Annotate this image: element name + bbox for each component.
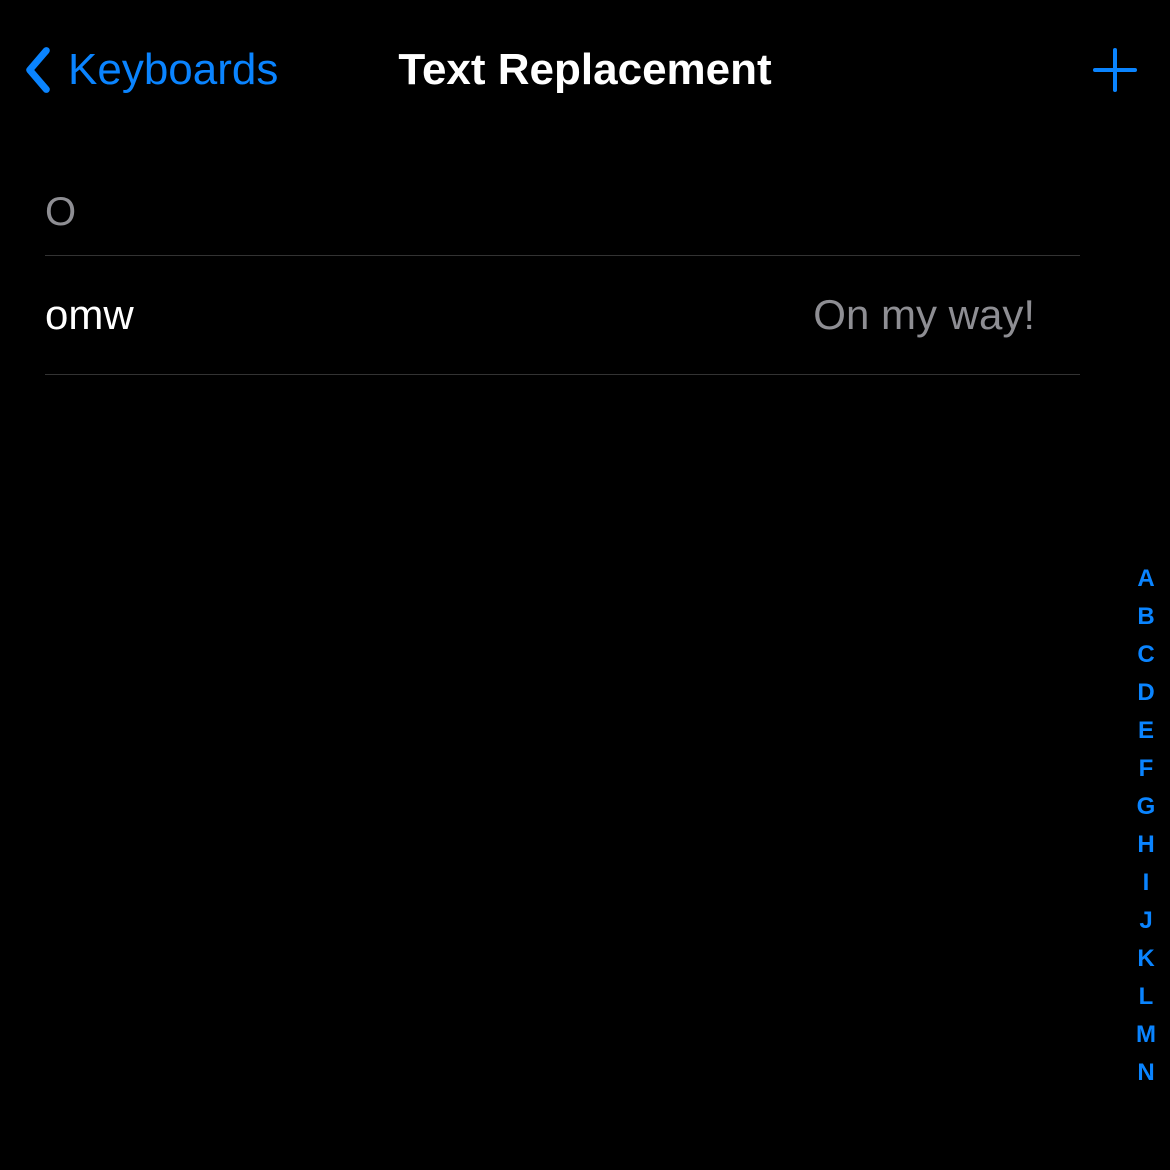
index-letter-b[interactable]: B [1134, 598, 1158, 636]
index-letter-i[interactable]: I [1134, 864, 1158, 902]
shortcut-text: omw [45, 291, 134, 339]
back-label: Keyboards [68, 45, 278, 95]
text-replacement-row[interactable]: omw On my way! [45, 256, 1080, 375]
index-letter-m[interactable]: M [1134, 1016, 1158, 1054]
index-letter-h[interactable]: H [1134, 826, 1158, 864]
index-letter-k[interactable]: K [1134, 940, 1158, 978]
add-button[interactable] [1090, 45, 1140, 95]
index-letter-f[interactable]: F [1134, 750, 1158, 788]
index-letter-n[interactable]: N [1134, 1054, 1158, 1092]
index-letter-d[interactable]: D [1134, 674, 1158, 712]
phrase-text: On my way! [813, 291, 1035, 339]
alphabet-index[interactable]: A B C D E F G H I J K L M N [1134, 560, 1158, 1092]
back-button[interactable]: Keyboards [20, 45, 278, 95]
index-letter-a[interactable]: A [1134, 560, 1158, 598]
index-letter-e[interactable]: E [1134, 712, 1158, 750]
index-letter-c[interactable]: C [1134, 636, 1158, 674]
page-title: Text Replacement [398, 45, 771, 95]
index-letter-g[interactable]: G [1134, 788, 1158, 826]
index-letter-l[interactable]: L [1134, 978, 1158, 1016]
section-header: O [45, 190, 1080, 256]
navigation-bar: Keyboards Text Replacement [0, 0, 1170, 120]
index-letter-j[interactable]: J [1134, 902, 1158, 940]
plus-icon [1090, 45, 1140, 95]
chevron-left-icon [20, 45, 56, 95]
content-area: O omw On my way! [0, 190, 1170, 375]
